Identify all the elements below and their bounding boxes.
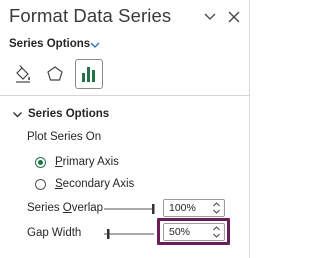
gap-width-highlight-box (157, 218, 230, 245)
radio-unselected[interactable] (35, 178, 46, 190)
series-overlap-spinner[interactable]: 100% (163, 199, 225, 217)
chevron-down-icon[interactable] (12, 111, 23, 119)
secondary-axis-label: Secondary Axis (55, 178, 135, 190)
series-options-dropdown[interactable]: Series Options (9, 38, 90, 50)
radio-selected[interactable] (35, 156, 46, 168)
primary-axis-label: Primary Axis (55, 156, 119, 168)
chevron-down-icon[interactable] (203, 11, 217, 23)
close-icon[interactable] (227, 10, 241, 24)
format-data-series-pane: Format Data Series Series Options Series… (0, 0, 250, 258)
pane-title: Format Data Series (9, 5, 172, 26)
series-overlap-value[interactable]: 100% (169, 202, 196, 214)
chevron-down-icon[interactable] (89, 40, 101, 50)
tab-fill-line[interactable] (9, 59, 37, 89)
bar-chart-icon (82, 67, 95, 82)
paint-bucket-icon (16, 65, 31, 83)
divider (0, 95, 249, 96)
tab-effects[interactable] (41, 59, 69, 89)
gap-width-slider[interactable] (104, 228, 156, 240)
plot-series-on-label: Plot Series On (27, 131, 102, 143)
series-overlap-label: Series Overlap (27, 202, 104, 214)
primary-axis-radio[interactable]: Primary Axis (35, 155, 119, 169)
secondary-axis-radio[interactable]: Secondary Axis (35, 177, 134, 191)
series-overlap-slider[interactable] (104, 203, 156, 215)
tab-series-options[interactable] (75, 59, 103, 93)
section-title[interactable]: Series Options (28, 108, 109, 120)
spinner-arrows-icon[interactable] (212, 201, 221, 215)
gap-width-label: Gap Width (27, 227, 82, 239)
pentagon-icon (47, 66, 63, 81)
